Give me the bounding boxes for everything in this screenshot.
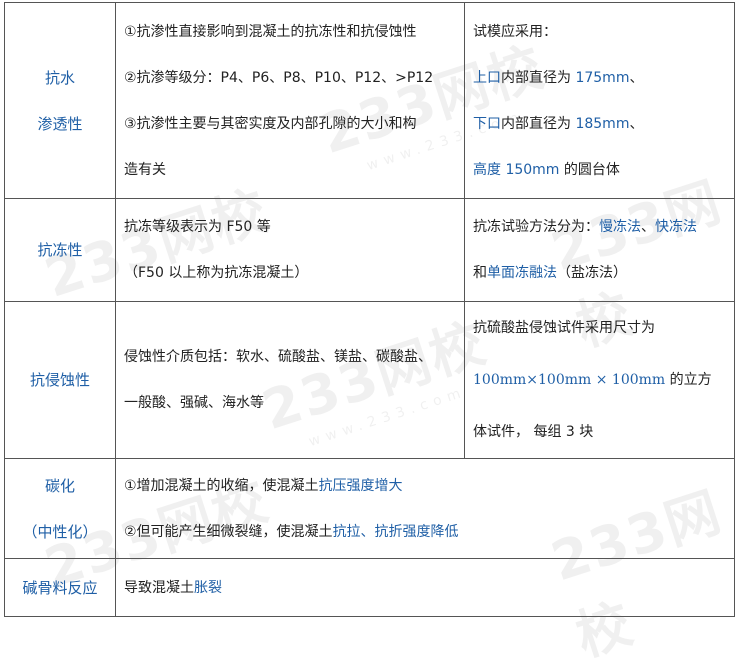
text-segment: （F50 以上称为抗冻混凝土）	[124, 265, 309, 281]
text-segment: 试模应采用：	[473, 23, 557, 40]
text-segment: 抗冻试验方法分为：	[473, 219, 599, 235]
text-line: 侵蚀性介质包括：软水、硫酸盐、镁盐、碳酸盐、	[124, 334, 458, 380]
table-row: 碱骨料反应 导致混凝土胀裂	[4, 558, 735, 617]
highlighted-text: 单面冻融法	[487, 265, 557, 281]
text-line: ③抗渗性主要与其密实度及内部孔隙的大小和构	[124, 101, 458, 147]
row-label: （中性化）	[22, 522, 98, 541]
text-line: 高度 150mm 的圆台体	[473, 147, 728, 193]
row-label-cell: 抗水 渗透性	[4, 2, 116, 199]
test-method-cell: 抗冻试验方法分为：慢冻法、快冻法 和单面冻融法（盐冻法）	[464, 198, 735, 302]
row-label: 抗水	[44, 68, 75, 87]
highlighted-text: 胀裂	[194, 579, 222, 596]
text-line: （F50 以上称为抗冻混凝土）	[124, 250, 458, 296]
text-segment: 内部直径为	[501, 115, 576, 132]
row-label: 碳化	[44, 476, 75, 495]
text-segment: ②抗渗等级分：P4、P6、P8、P10、P12、>P12	[124, 69, 434, 86]
text-segment: 导致混凝土	[124, 579, 194, 596]
text-line: ①增加混凝土的收缩，使混凝土抗压强度增大	[124, 463, 728, 509]
highlighted-text: 慢冻法	[599, 219, 641, 235]
row-label-cell: 抗侵蚀性	[4, 301, 116, 459]
text-segment: 的圆台体	[559, 161, 620, 178]
highlighted-text: 175mm	[575, 69, 630, 86]
text-line: ①抗渗性直接影响到混凝土的抗冻性和抗侵蚀性	[124, 9, 458, 55]
test-method-cell: 抗硫酸盐侵蚀试件采用尺寸为 100mm×100mm × 100mm 的立方体试件，…	[464, 301, 735, 459]
description-cell: 侵蚀性介质包括：软水、硫酸盐、镁盐、碳酸盐、 一般酸、强碱、海水等	[115, 301, 465, 459]
highlighted-text: 100mm×100mm × 100mm	[473, 372, 666, 388]
text-segment: 抗冻等级表示为 F50 等	[124, 219, 271, 235]
text-line: 试模应采用：	[473, 9, 728, 55]
test-method-cell: 试模应采用： 上口内部直径为 175mm、 下口内部直径为 185mm、 高度 150…	[464, 2, 735, 199]
highlighted-text: 下口	[473, 115, 501, 132]
text-segment: 一般酸、强碱、海水等	[124, 395, 264, 411]
text-segment: （盐冻法）	[557, 265, 627, 281]
highlighted-text: 上口	[473, 69, 501, 86]
row-label-cell: 碳化 （中性化）	[4, 458, 116, 559]
highlighted-text: 抗拉、抗折强度降低	[332, 523, 459, 540]
text-line: 体试件， 每组 3 块	[473, 406, 728, 458]
text-segment: ①增加混凝土的收缩，使混凝土	[124, 477, 319, 494]
text-segment: 造有关	[124, 161, 166, 178]
text-segment: ③抗渗性主要与其密实度及内部孔隙的大小和构	[124, 115, 417, 132]
row-label: 抗侵蚀性	[29, 371, 90, 389]
row-label: 碱骨料反应	[22, 578, 98, 597]
concrete-durability-table: 抗水渗透性 ①抗渗性直接影响到混凝土的抗冻性和抗侵蚀性 ②抗渗等级分：P4、P6、…	[4, 2, 735, 617]
row-label-cell: 碱骨料反应	[4, 558, 116, 617]
text-line: 造有关	[124, 147, 458, 193]
text-line: 和单面冻融法（盐冻法）	[473, 250, 728, 296]
table-row: 抗侵蚀性 侵蚀性介质包括：软水、硫酸盐、镁盐、碳酸盐、 一般酸、强碱、海水等 抗硫…	[4, 301, 735, 459]
text-segment: 的立方	[665, 372, 712, 388]
highlighted-text: 185mm	[575, 115, 630, 132]
table-row: 抗冻性 抗冻等级表示为 F50 等 （F50 以上称为抗冻混凝土） 抗冻试验方法分…	[4, 198, 735, 302]
table-row: 抗水渗透性 ①抗渗性直接影响到混凝土的抗冻性和抗侵蚀性 ②抗渗等级分：P4、P6、…	[4, 2, 735, 199]
description-cell: ①抗渗性直接影响到混凝土的抗冻性和抗侵蚀性 ②抗渗等级分：P4、P6、P8、P10…	[115, 2, 465, 199]
text-line: 100mm×100mm × 100mm 的立方	[473, 354, 728, 406]
text-line: ②但可能产生细微裂缝，使混凝土抗拉、抗折强度降低	[124, 509, 728, 555]
table-body: 抗水渗透性 ①抗渗性直接影响到混凝土的抗冻性和抗侵蚀性 ②抗渗等级分：P4、P6、…	[4, 2, 735, 617]
table-row: 碳化 （中性化） ①增加混凝土的收缩，使混凝土抗压强度增大 ②但可能产生细微裂缝，使…	[4, 458, 735, 559]
text-line: 下口内部直径为 185mm、	[473, 101, 728, 147]
text-line: 抗冻试验方法分为：慢冻法、快冻法	[473, 204, 728, 250]
text-line: 抗硫酸盐侵蚀试件采用尺寸为	[473, 302, 728, 354]
text-segment: 体试件， 每组 3 块	[473, 424, 594, 440]
text-segment: 侵蚀性介质包括：软水、硫酸盐、镁盐、碳酸盐、	[124, 349, 432, 365]
description-cell: 抗冻等级表示为 F50 等 （F50 以上称为抗冻混凝土）	[115, 198, 465, 302]
text-segment: ①抗渗性直接影响到混凝土的抗冻性和抗侵蚀性	[124, 23, 417, 40]
text-segment: 、	[641, 219, 655, 235]
text-segment: ②但可能产生细微裂缝，使混凝土	[124, 523, 333, 540]
row-label: 抗冻性	[37, 241, 83, 259]
text-line: 抗冻等级表示为 F50 等	[124, 204, 458, 250]
row-label: 渗透性	[37, 114, 83, 133]
text-line: ②抗渗等级分：P4、P6、P8、P10、P12、>P12	[124, 55, 458, 101]
highlighted-text: 抗压强度增大	[318, 477, 403, 494]
text-segment: 和	[473, 265, 487, 281]
text-line: 导致混凝土胀裂	[124, 565, 728, 611]
highlighted-text: 快冻法	[655, 219, 697, 235]
text-line: 一般酸、强碱、海水等	[124, 380, 458, 426]
highlighted-text: 高度 150mm	[473, 161, 560, 178]
text-segment: 、	[629, 115, 644, 132]
text-segment: 内部直径为	[501, 69, 576, 86]
text-segment: 、	[629, 69, 644, 86]
row-label-cell: 抗冻性	[4, 198, 116, 302]
description-cell: ①增加混凝土的收缩，使混凝土抗压强度增大 ②但可能产生细微裂缝，使混凝土抗拉、抗折…	[115, 458, 735, 559]
text-line: 上口内部直径为 175mm、	[473, 55, 728, 101]
text-segment: 抗硫酸盐侵蚀试件采用尺寸为	[473, 320, 655, 336]
description-cell: 导致混凝土胀裂	[115, 558, 735, 617]
